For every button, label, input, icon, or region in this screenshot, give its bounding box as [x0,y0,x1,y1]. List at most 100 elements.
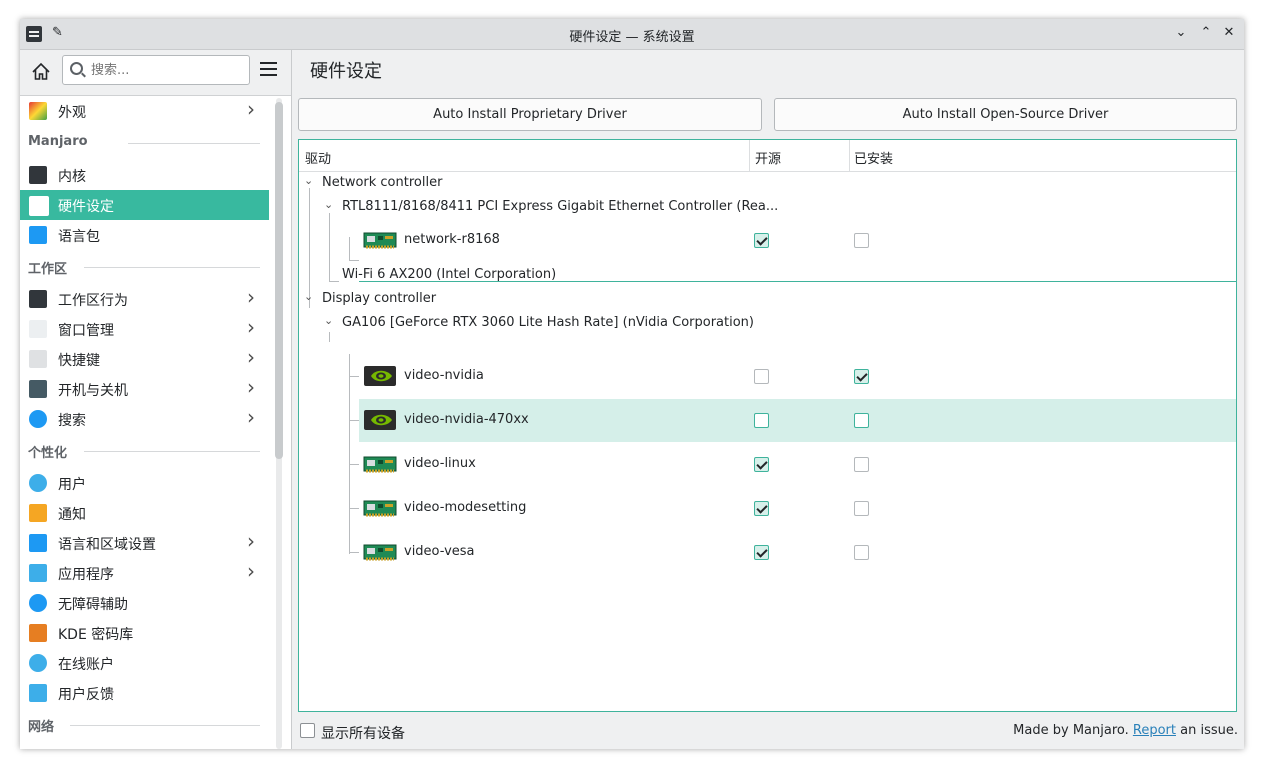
sidebar-item-bell[interactable]: 通知 [20,498,269,528]
splitter [291,50,292,749]
sidebar-item-label: 外观 [58,105,86,121]
sidebar-item-language-pack[interactable]: 语言包 [20,220,269,250]
search-icon [29,410,47,428]
system-settings-window: ✎ 硬件设定 — 系统设置 ⌄ ⌃ ✕ 外观›Manjaro内核硬件设定语言包工… [20,19,1244,749]
installed-checkbox[interactable] [854,545,869,560]
footer: 显示所有设备 Made by Manjaro. Report an issue. [298,723,1244,747]
sidebar-item-users[interactable]: 用户 [20,468,269,498]
column-open-source[interactable]: 开源 [755,148,781,167]
scrollbar-thumb[interactable] [275,102,283,459]
sidebar-item-label: 硬件设定 [58,199,114,215]
issue-text: an issue. [1180,723,1238,738]
sidebar-item-label: 用户 [58,477,86,493]
section-divider [70,725,260,726]
driver-name: video-nvidia [404,368,484,383]
keyboard-icon [29,350,47,368]
driver-row[interactable]: network-r8168 [359,219,1236,262]
sidebar-section-header: Manjaro [28,134,88,149]
chevron-right-icon: › [247,97,255,121]
column-driver[interactable]: 驱动 [305,148,331,167]
network-card-icon [363,229,397,251]
sidebar-item-label: KDE 密码库 [58,627,134,643]
search-icon [70,62,83,75]
sidebar-item-appearance[interactable]: 外观 › [20,96,269,126]
sidebar-item-online-accounts[interactable]: 在线账户 [20,648,269,678]
collapse-icon[interactable]: ⌄ [304,290,313,303]
installed-checkbox[interactable] [854,233,869,248]
driver-name: network-r8168 [404,232,500,247]
driver-row[interactable]: video-vesa [359,531,1236,574]
sidebar-list: 外观 › Manjaro 内核 硬件设定 语言包 工作区 工作区行为 › 窗口管理 › 快捷键 › 开机与… [20,96,272,749]
sidebar-item-feedback[interactable]: 用户反馈 [20,678,269,708]
driver-row[interactable]: video-linux [359,443,1236,486]
installed-checkbox[interactable] [854,501,869,516]
open-source-checkbox[interactable] [754,233,769,248]
sidebar-item-label: 工作区行为 [58,293,128,309]
driver-name: video-linux [404,456,476,471]
installed-checkbox[interactable] [854,413,869,428]
collapse-icon[interactable]: ⌄ [324,198,333,211]
users-icon [29,474,47,492]
sidebar-item-search[interactable]: 搜索 › [20,404,269,434]
minimize-button[interactable]: ⌄ [1172,24,1190,42]
tree-row-rtl-device[interactable]: ⌄ RTL8111/8168/8411 PCI Express Gigabit … [299,196,1236,220]
tree-header: 驱动 开源 已安装 [299,140,1236,172]
tree-row-wifi-device[interactable]: Wi-Fi 6 AX200 (Intel Corporation) [299,264,1236,288]
driver-row[interactable]: video-modesetting [359,487,1236,530]
open-source-checkbox[interactable] [754,369,769,384]
hamburger-menu-icon[interactable] [260,62,277,76]
tree-row-gpu-device[interactable]: ⌄ GA106 [GeForce RTX 3060 Lite Hash Rate… [299,312,1236,336]
chevron-right-icon: › [247,375,255,399]
sidebar-section-header: 工作区 [28,262,68,277]
close-button[interactable]: ✕ [1220,24,1238,42]
report-link[interactable]: Report [1133,723,1176,738]
home-icon[interactable] [30,61,52,83]
hardware-icon [29,196,49,216]
sidebar-item-label: 通知 [58,507,86,523]
sidebar-item-accessibility[interactable]: 无障碍辅助 [20,588,269,618]
sidebar-item-label: 用户反馈 [58,687,114,703]
sidebar-item-wallet[interactable]: KDE 密码库 [20,618,269,648]
show-all-devices-label[interactable]: 显示所有设备 [321,723,405,743]
chevron-right-icon: › [247,285,255,309]
device-label: Wi-Fi 6 AX200 (Intel Corporation) [342,267,557,282]
sidebar-item-applications[interactable]: 应用程序 › [20,558,269,588]
sidebar-item-window-management[interactable]: 窗口管理 › [20,314,269,344]
collapse-icon[interactable]: ⌄ [324,314,333,327]
collapse-icon[interactable]: ⌄ [304,174,313,187]
auto-install-proprietary-button[interactable]: Auto Install Proprietary Driver [298,98,762,131]
section-divider [84,451,260,452]
category-label: Network controller [322,175,443,190]
section-divider [128,143,260,144]
driver-row[interactable]: video-nvidia-470xx [359,399,1236,442]
sidebar-item-region[interactable]: 语言和区域设置 › [20,528,269,558]
sidebar-item-workspace-behavior[interactable]: 工作区行为 › [20,284,269,314]
sidebar-scrollbar[interactable] [273,98,284,749]
sidebar-item-label: 内核 [58,169,86,185]
driver-row[interactable]: video-nvidia [359,355,1236,398]
open-source-checkbox[interactable] [754,457,769,472]
installed-checkbox[interactable] [854,369,869,384]
sidebar-item-kernel[interactable]: 内核 [20,160,269,190]
sidebar-item-hardware[interactable]: 硬件设定 [20,190,269,220]
sidebar-item-startup-shutdown[interactable]: 开机与关机 › [20,374,269,404]
tree-row-display-controller[interactable]: ⌄ Display controller [299,288,1236,312]
tree-row-network-controller[interactable]: ⌄ Network controller [299,172,1236,196]
device-label: GA106 [GeForce RTX 3060 Lite Hash Rate] … [342,315,754,330]
search-field[interactable] [62,55,250,85]
show-all-devices-checkbox[interactable] [300,723,315,738]
auto-install-opensource-button[interactable]: Auto Install Open-Source Driver [774,98,1237,131]
chevron-right-icon: › [247,315,255,339]
installed-checkbox[interactable] [854,457,869,472]
open-source-checkbox[interactable] [754,545,769,560]
column-installed[interactable]: 已安装 [854,148,893,167]
sidebar-item-label: 应用程序 [58,567,114,583]
open-source-checkbox[interactable] [754,413,769,428]
appearance-icon [29,102,47,120]
maximize-button[interactable]: ⌃ [1197,24,1215,42]
open-source-checkbox[interactable] [754,501,769,516]
chevron-right-icon: › [247,405,255,429]
category-label: Display controller [322,291,437,306]
sidebar-item-keyboard[interactable]: 快捷键 › [20,344,269,374]
search-input[interactable] [89,60,243,80]
